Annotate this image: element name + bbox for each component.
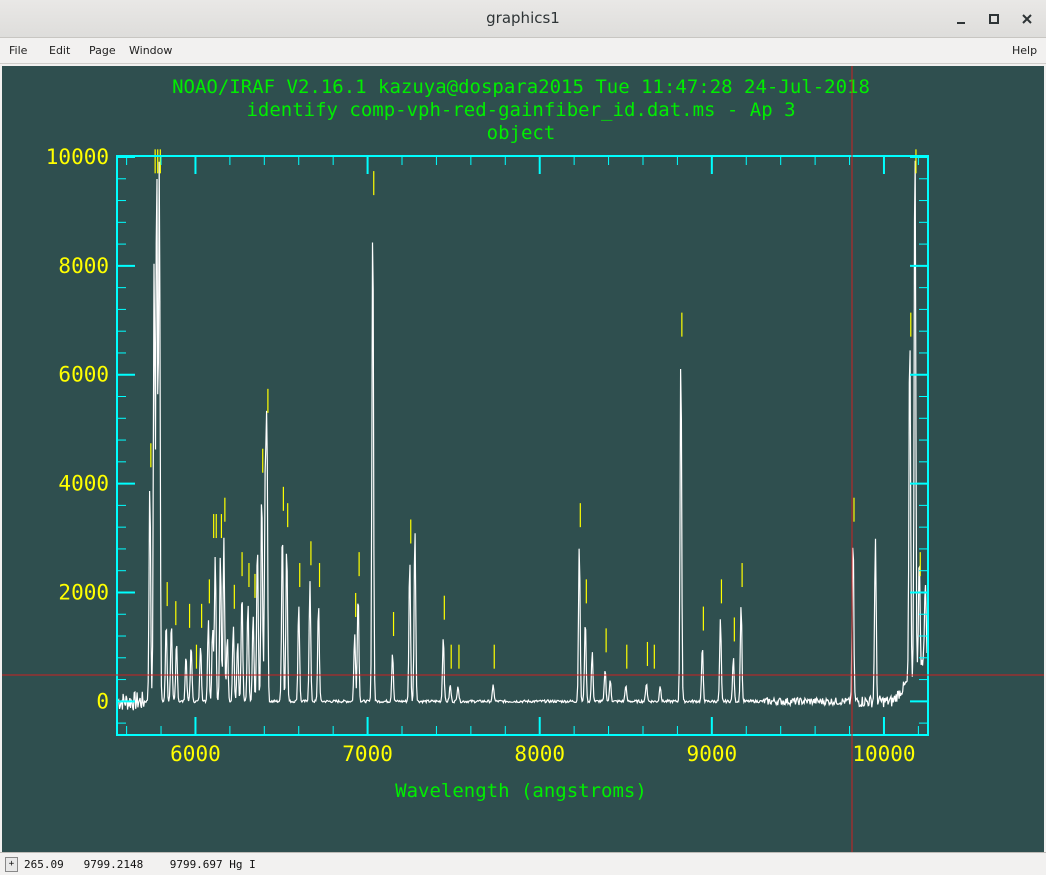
plot-frame: [116, 155, 929, 736]
x-tick-label: 8000: [514, 742, 565, 766]
menu-page[interactable]: Page: [89, 44, 116, 57]
menu-file[interactable]: File: [9, 44, 27, 57]
minimize-icon[interactable]: [950, 8, 972, 30]
maximize-icon[interactable]: [983, 8, 1005, 30]
close-icon[interactable]: [1016, 8, 1038, 30]
y-tick-label: 4000: [58, 472, 109, 496]
y-tick-label: 8000: [58, 254, 109, 278]
x-tick-label: 7000: [342, 742, 393, 766]
plot-title: identify comp-vph-red-gainfiber_id.dat.m…: [246, 99, 795, 121]
menu-help[interactable]: Help: [1012, 44, 1037, 57]
menu-window[interactable]: Window: [129, 44, 172, 57]
x-axis-label: Wavelength (angstroms): [395, 780, 647, 802]
x-tick-label: 6000: [170, 742, 221, 766]
plot-subtitle: object: [487, 122, 556, 144]
graphics-canvas[interactable]: NOAO/IRAF V2.16.1 kazuya@dospara2015 Tue…: [2, 66, 1044, 852]
window-title: graphics1: [486, 9, 560, 27]
status-toggle-button[interactable]: +: [5, 857, 18, 872]
y-tick-label: 2000: [58, 580, 109, 604]
menu-edit[interactable]: Edit: [49, 44, 70, 57]
spectrum-line: [117, 160, 928, 711]
menu-bar: File Edit Page Window Help: [0, 38, 1046, 64]
status-bar: + 265.09 9799.2148 9799.697 Hg I: [0, 852, 1046, 875]
cursor-readout: 265.09 9799.2148 9799.697 Hg I: [24, 858, 256, 871]
spectrum-plot[interactable]: NOAO/IRAF V2.16.1 kazuya@dospara2015 Tue…: [2, 66, 1044, 852]
x-tick-label: 10000: [852, 742, 915, 766]
y-tick-label: 6000: [58, 363, 109, 387]
y-tick-label: 0: [96, 689, 109, 713]
y-tick-label: 10000: [46, 145, 109, 169]
window-titlebar[interactable]: graphics1: [0, 0, 1046, 38]
plot-header-system: NOAO/IRAF V2.16.1 kazuya@dospara2015 Tue…: [172, 76, 870, 98]
x-tick-label: 9000: [687, 742, 738, 766]
